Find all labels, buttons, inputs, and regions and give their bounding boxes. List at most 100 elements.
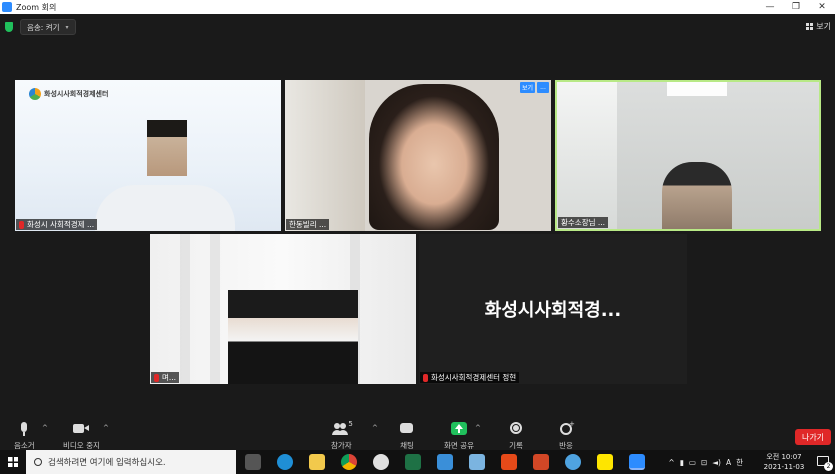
start-button[interactable] <box>0 450 26 474</box>
ceiling-light <box>667 82 727 96</box>
excel-icon[interactable] <box>405 454 421 470</box>
ime-lang[interactable]: 한 <box>736 457 743 468</box>
logo-text: 화성시사회적경제센터 <box>44 90 109 98</box>
participants-count: 5 <box>348 420 353 428</box>
chrome-icon[interactable] <box>341 454 357 470</box>
share-screen-icon <box>450 422 468 436</box>
chevron-down-icon: ▾ <box>65 23 69 31</box>
grid-view-icon <box>806 23 814 30</box>
background-window <box>557 82 617 229</box>
tile-more-button[interactable]: ... <box>537 82 549 93</box>
recording-status-pill[interactable]: 음송: 켜기 ▾ <box>20 19 76 35</box>
clock[interactable]: 오전 10:07 2021-11-03 <box>759 452 809 472</box>
share-screen-button[interactable]: 화면 공유 <box>444 422 474 451</box>
curtain <box>180 234 190 384</box>
clock-time: 오전 10:07 <box>766 453 802 461</box>
participant-name: 며... <box>162 373 177 382</box>
curtain <box>210 234 220 384</box>
mic-muted-icon <box>19 220 24 229</box>
app-icon-4[interactable] <box>373 454 389 470</box>
edge-icon[interactable] <box>277 454 293 470</box>
search-placeholder: 검색하려면 여기에 입력하십시오. <box>48 458 166 468</box>
video-tile-4[interactable]: 며... <box>150 234 416 384</box>
participant-name-tag: 한동빌리 ... <box>286 219 330 230</box>
mute-button[interactable]: 음소거 <box>14 422 35 451</box>
microphone-icon <box>15 422 33 436</box>
close-button[interactable]: ✕ <box>809 0 835 14</box>
tray-up-icon[interactable]: ^ <box>668 458 674 467</box>
blurred-face <box>147 120 187 176</box>
video-camera-icon <box>72 422 90 436</box>
record-button[interactable]: 기록 <box>507 422 525 451</box>
chat-bubble-icon <box>398 422 416 436</box>
mic-muted-icon <box>423 373 428 382</box>
stop-video-button[interactable]: 비디오 중지 <box>63 422 100 451</box>
mic-muted-icon <box>154 373 159 382</box>
powerpoint-icon[interactable] <box>533 454 549 470</box>
participant-body <box>95 185 235 231</box>
system-tray: ^ ▮ ▭ ⊡ ◄) A 한 <box>668 450 743 474</box>
meeting-area: 음송: 켜기 ▾ 보기 화성시사회적경제센터 화성시 사회적경제 ... 보기 … <box>0 14 835 464</box>
app-icon-7[interactable] <box>469 454 485 470</box>
restore-button[interactable]: ❐ <box>783 0 809 14</box>
video-tile-2[interactable]: 보기 ... 한동빌리 ... <box>285 80 551 231</box>
participants-icon: 5 <box>332 420 353 436</box>
blurred-person <box>228 290 358 384</box>
clock-date: 2021-11-03 <box>763 463 805 471</box>
record-icon <box>507 422 525 436</box>
kakaotalk-icon[interactable] <box>597 454 613 470</box>
file-explorer-icon[interactable] <box>309 454 325 470</box>
participant-name: 화성시 사회적경제 ... <box>27 220 95 229</box>
leave-meeting-button[interactable]: 나가기 <box>795 429 831 445</box>
video-tile-3-active-speaker[interactable]: 황수소장님 ... <box>555 80 821 231</box>
task-view-icon[interactable] <box>245 454 261 470</box>
video-options-caret-icon[interactable]: ^ <box>103 424 109 432</box>
background-wall <box>285 80 365 231</box>
network-icon[interactable]: ⊡ <box>701 458 707 467</box>
hwp-icon[interactable] <box>437 454 453 470</box>
tile-view-button[interactable]: 보기 <box>519 82 535 93</box>
participant-name: 화성시사회적경제센터 정현 <box>431 373 517 382</box>
security-shield-icon[interactable] <box>5 22 13 32</box>
office-icon[interactable] <box>501 454 517 470</box>
blurred-face <box>369 84 499 230</box>
chat-button[interactable]: 채팅 <box>398 422 416 451</box>
window-title: Zoom 회의 <box>16 2 57 12</box>
logo-mark-icon <box>29 88 41 100</box>
smiley-plus-icon: + <box>557 420 575 436</box>
window-titlebar: Zoom 회의 — ❐ ✕ <box>0 0 835 14</box>
minimize-button[interactable]: — <box>757 0 783 14</box>
recording-status-label: 음송: 켜기 <box>27 22 60 32</box>
participant-name: 황수소장님 ... <box>561 218 606 227</box>
ime-mode[interactable]: A <box>726 458 731 467</box>
video-tile-1[interactable]: 화성시사회적경제센터 화성시 사회적경제 ... <box>15 80 281 231</box>
participants-caret-icon[interactable]: ^ <box>372 424 378 432</box>
taskbar-search[interactable]: 검색하려면 여기에 입력하십시오. <box>26 450 236 474</box>
mic-tray-icon[interactable]: ▮ <box>680 458 684 467</box>
participant-name: 한동빌리 ... <box>289 220 327 229</box>
view-label: 보기 <box>816 22 831 31</box>
zoom-taskbar-icon[interactable] <box>629 454 645 470</box>
share-options-caret-icon[interactable]: ^ <box>475 424 481 432</box>
battery-icon[interactable]: ▭ <box>689 458 696 467</box>
audio-options-caret-icon[interactable]: ^ <box>42 424 48 432</box>
view-button[interactable]: 보기 <box>806 21 831 32</box>
blurred-face <box>662 162 732 229</box>
windows-logo-icon <box>8 457 18 467</box>
zoom-app-icon <box>2 2 12 12</box>
window-controls: — ❐ ✕ <box>757 0 835 14</box>
participant-display-name: 화성시사회적경... <box>484 300 622 321</box>
participants-button[interactable]: 5 참가자 <box>331 420 353 451</box>
windows-taskbar: 검색하려면 여기에 입력하십시오. ^ ▮ ▭ ⊡ ◄) A 한 오전 10:0… <box>0 450 835 474</box>
center-logo: 화성시사회적경제센터 <box>29 88 108 100</box>
participant-name-tag: 며... <box>151 372 180 383</box>
app-icon-10[interactable] <box>565 454 581 470</box>
volume-icon[interactable]: ◄) <box>712 458 721 467</box>
reactions-button[interactable]: + 반응 <box>557 420 575 451</box>
notification-count: 2 <box>824 462 833 471</box>
meeting-topbar: 음송: 켜기 ▾ 보기 <box>0 14 835 40</box>
video-tile-5-camera-off[interactable]: 화성시사회적경... 화성시사회적경제센터 정현 <box>419 234 687 384</box>
participant-name-tag: 화성시사회적경제센터 정현 <box>420 372 520 383</box>
search-icon <box>34 458 42 466</box>
participant-name-tag: 화성시 사회적경제 ... <box>16 219 98 230</box>
